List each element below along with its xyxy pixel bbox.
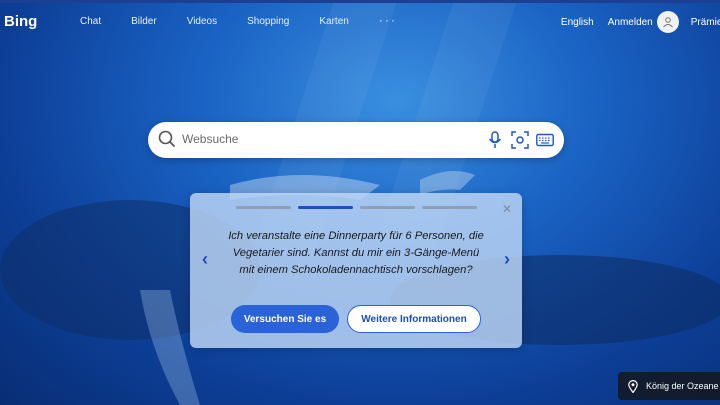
nav-item-shopping[interactable]: Shopping	[247, 16, 289, 27]
visual-search-icon[interactable]	[511, 131, 529, 149]
nav-item-chat[interactable]: Chat	[80, 16, 101, 27]
nav-item-maps[interactable]: Karten	[319, 16, 348, 27]
search-input[interactable]	[180, 131, 464, 147]
chevron-right-icon[interactable]: ›	[504, 249, 510, 270]
nav-item-videos[interactable]: Videos	[187, 16, 217, 27]
rewards-link[interactable]: Prämien	[691, 17, 720, 28]
progress-step[interactable]	[236, 206, 291, 209]
progress-step[interactable]	[422, 206, 477, 209]
nav-item-images[interactable]: Bilder	[131, 16, 157, 27]
main-nav: Chat Bilder Videos Shopping Karten ···	[80, 14, 397, 27]
avatar-icon[interactable]	[656, 11, 679, 33]
microphone-icon[interactable]	[488, 131, 502, 149]
carousel-progress	[236, 206, 477, 209]
signin-link[interactable]: Anmelden	[608, 17, 653, 28]
image-caption[interactable]: König der Ozeane	[618, 372, 720, 400]
chevron-left-icon[interactable]: ‹	[202, 249, 208, 270]
learn-more-button[interactable]: Weitere Informationen	[347, 305, 481, 333]
suggestion-card: ✕ ‹ Ich veranstalte eine Dinnerparty für…	[190, 193, 522, 348]
header-right: English Anmelden Prämien	[561, 11, 720, 33]
caption-text: König der Ozeane	[646, 381, 719, 391]
progress-step[interactable]	[360, 206, 415, 209]
try-it-button[interactable]: Versuchen Sie es	[231, 305, 339, 333]
user-icon	[662, 17, 673, 28]
bing-logo[interactable]: Bing	[4, 13, 37, 30]
more-menu-icon[interactable]: ···	[379, 14, 397, 27]
search-icon[interactable]	[158, 130, 176, 148]
suggestion-text: Ich veranstalte eine Dinnerparty für 6 P…	[228, 230, 484, 276]
keyboard-icon[interactable]	[536, 131, 554, 149]
search-box	[148, 122, 564, 158]
close-icon[interactable]: ✕	[502, 202, 512, 216]
language-link[interactable]: English	[561, 17, 594, 28]
location-pin-icon	[628, 379, 638, 393]
top-navigation-bar: Bing Chat Bilder Videos Shopping Karten …	[0, 0, 720, 38]
progress-step-active[interactable]	[298, 206, 353, 209]
